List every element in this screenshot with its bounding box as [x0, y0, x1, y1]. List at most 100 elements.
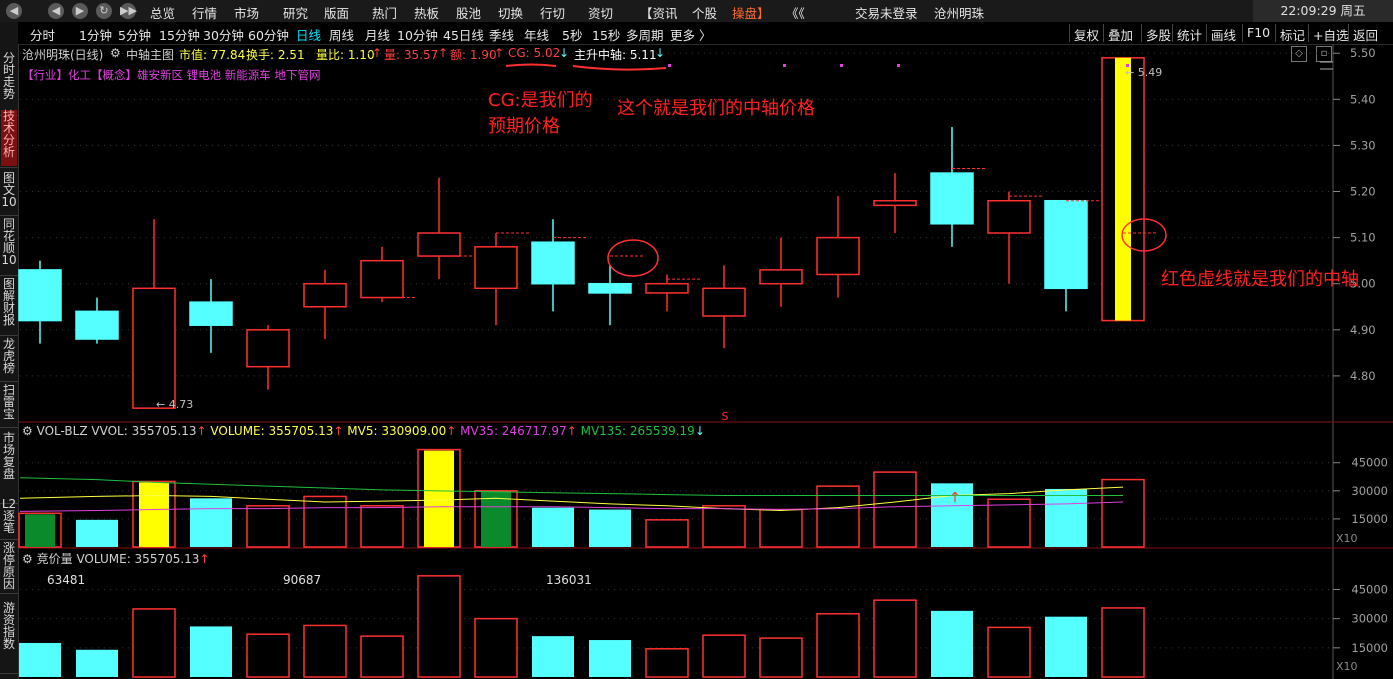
low-price-label: ← 4.73 [156, 398, 193, 411]
candle-highlight [1115, 57, 1131, 321]
candle-body [132, 287, 176, 409]
volume-bar [759, 637, 803, 678]
settings-icon[interactable]: ⚙ [22, 552, 33, 566]
y-tick-label: 45000 [1351, 456, 1388, 470]
volume-bar [25, 514, 55, 547]
up-arrow-icon: ↑ [446, 424, 457, 438]
volume-bar [132, 608, 176, 678]
volume-bar [1045, 488, 1087, 547]
volume-bar [139, 482, 169, 547]
volume-bar [474, 617, 518, 678]
candle-body [759, 269, 803, 285]
up-arrow-icon: ↑ [196, 424, 207, 438]
marker-dot [840, 64, 843, 67]
vol-scale-label: X10 [1336, 532, 1358, 545]
mv135-value: MV135: 265539.19 [580, 424, 695, 438]
auction-panel-title-bar: ⚙ 竞价量 VOLUME: 355705.13↑ [22, 550, 210, 567]
volume-bar [360, 635, 404, 678]
volume-bar [589, 509, 631, 547]
auction-indicator-name[interactable]: 竞价量 [37, 552, 73, 566]
volume-bar [873, 471, 917, 548]
candle-body [417, 232, 461, 257]
marker-dot [783, 64, 786, 67]
volume-bar [424, 450, 454, 547]
volume-bar [303, 495, 347, 548]
candle-body [531, 241, 575, 285]
mv35-value: MV35: 246717.97 [460, 424, 567, 438]
y-tick-label: 15000 [1351, 641, 1388, 655]
y-tick-label: 15000 [1351, 512, 1388, 526]
auction-label: 63481 [47, 573, 86, 587]
dash-annotation: 红色虚线就是我们的中轴 [1161, 269, 1359, 290]
y-tick-label: 5.30 [1350, 138, 1376, 152]
candle-body [303, 282, 347, 308]
candle-body [474, 246, 518, 290]
volume-bar [76, 649, 118, 677]
candle-body [816, 236, 860, 276]
y-tick-label: 4.90 [1350, 323, 1376, 337]
y-tick-label: 45000 [1351, 582, 1388, 596]
candle-body [987, 199, 1031, 234]
candle-body [189, 301, 233, 326]
mv5-value: MV5: 330909.00 [347, 424, 447, 438]
vol-indicator-name[interactable]: VOL-BLZ [37, 424, 88, 438]
volume-bar [76, 519, 118, 547]
candle-body [930, 172, 974, 225]
candle-body [588, 282, 632, 294]
y-tick-label: 5.50 [1350, 46, 1376, 60]
volume-bar [417, 575, 461, 678]
volume-bar [702, 505, 746, 548]
auction-volume-value: VOLUME: 355705.13 [76, 552, 200, 566]
volume-bar [532, 507, 574, 547]
volume-bar [873, 599, 917, 678]
up-arrow-icon: ↑ [199, 552, 210, 566]
volume-bar [645, 519, 689, 548]
volume-bar [246, 505, 290, 548]
volume-bar [246, 633, 290, 678]
volume-bar [816, 613, 860, 678]
settings-icon[interactable]: ⚙ [22, 424, 33, 438]
volume-bar [190, 498, 232, 547]
vol-panel-title-bar: ⚙ VOL-BLZ VVOL: 355705.13↑ VOLUME: 35570… [22, 424, 705, 438]
marker-dot [1126, 64, 1129, 67]
volume-bar [481, 491, 511, 547]
volume-bar [759, 508, 803, 548]
candle-body [246, 329, 290, 368]
signal-marker: S [722, 410, 729, 423]
marker-dot [897, 64, 900, 67]
candle-body [702, 287, 746, 317]
y-tick-label: 30000 [1351, 612, 1388, 626]
volume-bar [589, 640, 631, 677]
volume-bar [19, 642, 61, 677]
auction-label: 136031 [546, 573, 592, 587]
up-arrow-icon: ↑ [566, 424, 577, 438]
auction-scale-label: X10 [1336, 660, 1358, 673]
volume-bar [1101, 478, 1145, 548]
vvol-value: VVOL: 355705.13 [91, 424, 197, 438]
volume-bar [987, 498, 1031, 548]
volume-value: VOLUME: 355705.13 [210, 424, 334, 438]
volume-bar [931, 610, 973, 677]
high-price-label: ← 5.49 [1125, 66, 1162, 79]
volume-bar [645, 648, 689, 678]
candle-body [360, 259, 404, 299]
candle-body [1044, 199, 1088, 290]
y-tick-label: 30000 [1351, 484, 1388, 498]
volume-bar [360, 505, 404, 548]
up-arrow-icon: ↑ [333, 424, 344, 438]
candle-body [645, 282, 689, 294]
candle-body [873, 199, 917, 207]
down-arrow-icon: ↓ [694, 424, 705, 438]
marker-dot [668, 64, 671, 67]
volume-bar [190, 626, 232, 677]
auction-label: 90687 [283, 573, 322, 587]
candle-body [75, 310, 119, 340]
volume-bar [532, 636, 574, 677]
underline-annotation [505, 63, 557, 67]
candle-body [18, 269, 62, 322]
circle-annotation [607, 239, 659, 277]
volume-bar [303, 624, 347, 678]
cg-annotation-line1: CG:是我们的 [488, 90, 593, 111]
volume-bar [987, 626, 1031, 678]
volume-bar [1101, 607, 1145, 678]
